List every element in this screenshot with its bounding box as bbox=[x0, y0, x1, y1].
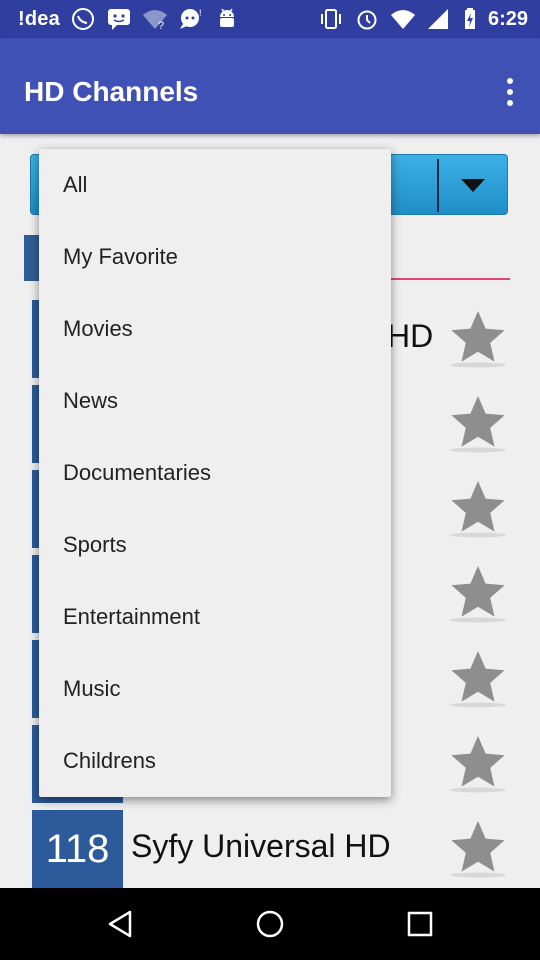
page-title: HD Channels bbox=[24, 76, 199, 107]
svg-text:!: ! bbox=[199, 8, 202, 18]
menu-item-sports[interactable]: Sports bbox=[39, 509, 391, 581]
channel-row[interactable]: 118 Syfy Universal HD bbox=[32, 810, 512, 888]
menu-item-documentaries[interactable]: Documentaries bbox=[39, 437, 391, 509]
wifi-question-icon: ? bbox=[142, 7, 168, 32]
status-left: !dea ? ! bbox=[18, 7, 240, 32]
recents-icon[interactable] bbox=[404, 908, 436, 940]
search-input-underline bbox=[390, 278, 510, 280]
star-icon[interactable] bbox=[448, 733, 508, 793]
star-icon[interactable] bbox=[448, 393, 508, 453]
category-dropdown-menu: All My Favorite Movies News Documentarie… bbox=[39, 149, 391, 797]
menu-item-childrens[interactable]: Childrens bbox=[39, 725, 391, 797]
menu-item-music[interactable]: Music bbox=[39, 653, 391, 725]
menu-item-my-favorite[interactable]: My Favorite bbox=[39, 221, 391, 293]
status-right: 6:29 bbox=[318, 7, 528, 31]
status-bar: !dea ? ! 6:29 bbox=[0, 0, 540, 38]
wifi-icon bbox=[390, 7, 416, 31]
channel-name: Syfy Universal HD bbox=[131, 828, 391, 864]
carrier-label: !dea bbox=[18, 7, 60, 30]
menu-item-entertainment[interactable]: Entertainment bbox=[39, 581, 391, 653]
home-icon[interactable] bbox=[254, 908, 286, 940]
star-icon[interactable] bbox=[448, 478, 508, 538]
star-icon[interactable] bbox=[448, 648, 508, 708]
star-icon[interactable] bbox=[448, 308, 508, 368]
menu-item-news[interactable]: News bbox=[39, 365, 391, 437]
more-vert-icon[interactable] bbox=[498, 78, 522, 106]
chat-icon: ! bbox=[178, 7, 204, 31]
menu-item-movies[interactable]: Movies bbox=[39, 293, 391, 365]
spinner-divider bbox=[437, 159, 439, 212]
channel-name: HD bbox=[387, 318, 434, 354]
app-bar: HD Channels bbox=[0, 38, 540, 134]
signal-icon bbox=[426, 7, 452, 31]
star-icon[interactable] bbox=[448, 563, 508, 623]
messenger-icon bbox=[106, 7, 132, 31]
android-icon bbox=[214, 7, 240, 31]
back-icon[interactable] bbox=[104, 908, 136, 940]
dropdown-arrow-icon[interactable] bbox=[461, 179, 485, 192]
menu-item-all[interactable]: All bbox=[39, 149, 391, 221]
star-icon[interactable] bbox=[448, 818, 508, 878]
whatsapp-icon bbox=[70, 7, 96, 31]
alarm-icon bbox=[354, 7, 380, 31]
svg-text:?: ? bbox=[158, 20, 164, 31]
channel-number: 118 bbox=[32, 810, 123, 888]
clock: 6:29 bbox=[487, 7, 528, 30]
vibrate-icon bbox=[318, 7, 344, 31]
navigation-bar bbox=[0, 888, 540, 960]
battery-icon bbox=[462, 7, 478, 31]
